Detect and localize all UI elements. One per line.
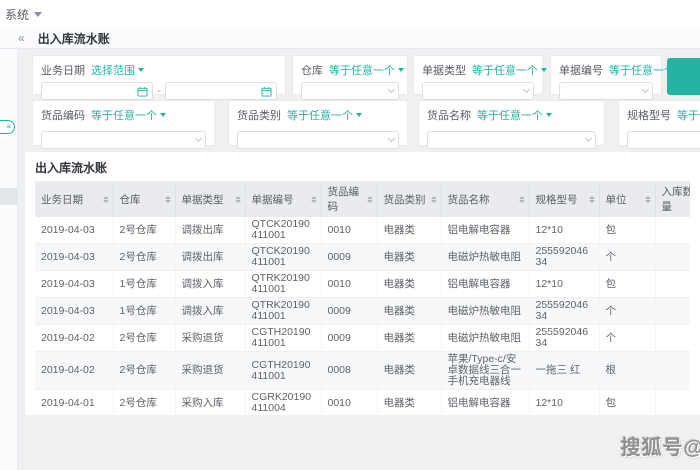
goods-name-select[interactable] — [427, 131, 596, 149]
filter-condition-dropdown[interactable]: 等于任意一个 — [677, 107, 700, 123]
calendar-icon — [137, 86, 148, 97]
sort-icon[interactable] — [165, 193, 171, 206]
filter-condition-dropdown[interactable]: 选择范围 — [91, 62, 144, 78]
caret-down-icon — [138, 68, 144, 75]
date-end-input[interactable] — [165, 82, 277, 100]
table-title: 出入库流水账 — [25, 152, 700, 181]
column-header[interactable]: 单位 — [599, 181, 655, 217]
filter-doc-no: 单据编号 等于任意一个 — [550, 55, 662, 95]
main-content: 业务日期 选择范围 - — [18, 49, 700, 470]
filter-business-date: 业务日期 选择范围 - — [32, 55, 286, 95]
column-header[interactable]: 仓库 — [113, 181, 175, 217]
filter-condition-dropdown[interactable]: 等于任意一个 — [329, 62, 404, 78]
sohu-watermark: 搜狐号@ — [620, 431, 700, 460]
column-header[interactable]: 规格型号 — [529, 181, 599, 217]
sort-icon[interactable] — [589, 193, 595, 206]
doc-no-select[interactable] — [559, 82, 653, 100]
filter-warehouse: 仓库 等于任意一个 — [292, 55, 408, 95]
column-header[interactable]: 单据类型 — [175, 181, 245, 217]
date-start-input[interactable] — [41, 82, 153, 100]
spec-model-input[interactable] — [627, 131, 700, 149]
collapse-icon[interactable]: « — [18, 31, 25, 45]
top-bar: 系统 — [0, 0, 700, 28]
table-row[interactable]: 2019-04-012号仓库采购入库 CGRK201904110040010电器… — [35, 390, 690, 416]
caret-down-icon — [541, 68, 547, 75]
filter-condition-dropdown[interactable]: 等于任意一个 — [477, 107, 552, 123]
column-header[interactable]: 业务日期 — [35, 181, 113, 217]
sidebar-selected-item[interactable] — [0, 188, 18, 205]
sidebar: ≡ — [0, 49, 18, 470]
chevron-down-icon — [388, 86, 395, 93]
column-header[interactable]: 货品名称 — [441, 181, 529, 217]
sort-icon[interactable] — [367, 193, 373, 206]
sidebar-toggle-pill[interactable]: ≡ — [0, 120, 15, 134]
table-row[interactable]: 2019-04-032号仓库调拨出库 QTCK201904110010010电器… — [35, 217, 690, 244]
tab-bar: « 出入库流水账 — [0, 28, 700, 49]
filter-condition-dropdown[interactable]: 等于任意一个 — [91, 107, 166, 123]
chevron-down-icon — [585, 135, 592, 142]
chevron-down-icon — [34, 12, 42, 21]
filter-label: 单据类型 — [422, 62, 466, 78]
caret-down-icon — [160, 113, 166, 120]
sort-icon[interactable] — [519, 193, 525, 206]
filter-label: 业务日期 — [41, 62, 85, 78]
warehouse-select[interactable] — [301, 82, 399, 100]
table-header-row: 业务日期 仓库 单据类型 单据编号 货品编码 货品类别 货品名称 — [35, 181, 690, 217]
caret-down-icon — [546, 113, 552, 120]
date-range-separator: - — [157, 85, 161, 97]
system-menu-label: 系统 — [5, 6, 29, 23]
filter-label: 货品名称 — [427, 107, 471, 123]
table-panel: 出入库流水账 业务日期 仓库 单据类型 单据编号 货品编码 货品类别 — [25, 152, 700, 415]
caret-down-icon — [398, 68, 404, 75]
calendar-icon — [261, 86, 272, 97]
table-row[interactable]: 2019-04-022号仓库采购退货 CGTH201904110010008电器… — [35, 352, 690, 390]
table-row[interactable]: 2019-04-031号仓库调拨入库 QTRK201904110010009电器… — [35, 298, 690, 325]
filter-label: 货品编码 — [41, 107, 85, 123]
table-row[interactable]: 2019-04-022号仓库采购退货 CGTH201904110010009电器… — [35, 325, 690, 352]
filter-label: 货品类别 — [237, 107, 281, 123]
filter-label: 仓库 — [301, 62, 323, 78]
doc-type-select[interactable] — [422, 82, 534, 100]
table-scroll-area: 业务日期 仓库 单据类型 单据编号 货品编码 货品类别 货品名称 — [35, 181, 690, 415]
column-header[interactable]: 单据编号 — [245, 181, 321, 217]
table-row[interactable]: 2019-04-032号仓库调拨出库 QTCK201904110010009电器… — [35, 244, 690, 271]
sort-icon[interactable] — [311, 193, 317, 206]
sort-icon[interactable] — [103, 193, 109, 206]
column-header[interactable]: 入库数量 — [655, 181, 690, 217]
chevron-down-icon — [642, 86, 649, 93]
sort-icon[interactable] — [235, 193, 241, 206]
filter-spec-model: 规格型号 等于任意一个 — [618, 100, 700, 146]
search-button[interactable] — [667, 58, 700, 95]
goods-code-select[interactable] — [41, 131, 206, 149]
sort-icon[interactable] — [645, 193, 651, 206]
sort-icon[interactable] — [431, 193, 437, 206]
table-body: 2019-04-032号仓库调拨出库 QTCK201904110010010电器… — [35, 217, 690, 415]
column-header[interactable]: 货品编码 — [321, 181, 377, 217]
system-menu[interactable]: 系统 — [5, 6, 42, 23]
column-header[interactable]: 货品类别 — [377, 181, 441, 217]
filter-condition-dropdown[interactable]: 等于任意一个 — [472, 62, 547, 78]
table-row[interactable]: 2019-04-031号仓库调拨入库 QTRK201904110010010电器… — [35, 271, 690, 298]
ledger-table: 业务日期 仓库 单据类型 单据编号 货品编码 货品类别 货品名称 — [35, 181, 690, 415]
filter-label: 规格型号 — [627, 107, 671, 123]
chevron-down-icon — [195, 135, 202, 142]
filter-label: 单据编号 — [559, 62, 603, 78]
filter-condition-dropdown[interactable]: 等于任意一个 — [287, 107, 362, 123]
filter-goods-name: 货品名称 等于任意一个 — [418, 100, 605, 146]
filter-doc-type: 单据类型 等于任意一个 — [413, 55, 543, 95]
filter-goods-code: 货品编码 等于任意一个 — [32, 100, 215, 146]
page-title: 出入库流水账 — [38, 30, 110, 47]
chevron-down-icon — [388, 135, 395, 142]
chevron-down-icon — [523, 86, 530, 93]
caret-down-icon — [356, 113, 362, 120]
goods-category-select[interactable] — [237, 131, 399, 149]
filter-goods-category: 货品类别 等于任意一个 — [228, 100, 408, 146]
